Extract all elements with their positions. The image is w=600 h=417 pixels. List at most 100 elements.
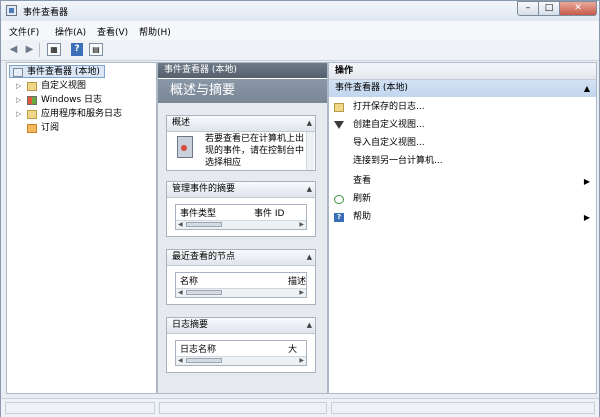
action-create-custom-view[interactable]: 创建自定义视图...: [329, 117, 596, 134]
tree-root-event-viewer[interactable]: 事件查看器 (本地): [9, 65, 105, 78]
collapse-icon[interactable]: ▲: [584, 80, 590, 97]
scroll-right-icon[interactable]: ▶: [299, 357, 304, 365]
log-summary-grid: 日志名称 大 ◀ ▶: [175, 340, 307, 366]
tree-item-label: 应用程序和服务日志: [41, 109, 123, 119]
filter-icon: [334, 121, 344, 129]
scroll-left-icon[interactable]: ◀: [178, 221, 183, 229]
status-cell: [331, 402, 595, 414]
help-icon[interactable]: ?: [71, 43, 83, 56]
overview-header[interactable]: 概述 ▲: [167, 116, 315, 132]
scroll-left-icon[interactable]: ◀: [178, 289, 183, 297]
action-label: 查看: [353, 176, 372, 186]
title-bar[interactable]: 事件查看器 – □ ✕: [1, 1, 599, 21]
folder-icon: [27, 82, 37, 91]
overview-heading: 概述: [172, 118, 191, 128]
minimize-button[interactable]: –: [517, 1, 539, 16]
collapse-icon[interactable]: ▲: [307, 250, 312, 265]
center-pane: 事件查看器 (本地) 概述与摘要 概述 ▲ 若要查看已在计算机上出现的事件，请在…: [157, 62, 328, 394]
event-viewer-icon: [13, 68, 23, 77]
event-viewer-window: 事件查看器 – □ ✕ 文件(F) 操作(A) 查看(V) 帮助(H) ◀ ▶ …: [0, 0, 600, 417]
column-header-log-name[interactable]: 日志名称: [180, 342, 216, 355]
log-summary-header[interactable]: 日志摘要 ▲: [167, 318, 315, 334]
back-arrow-icon[interactable]: ◀: [7, 43, 20, 56]
window-title: 事件查看器: [23, 8, 69, 18]
submenu-arrow-icon: ▶: [583, 213, 590, 222]
log-summary-section: 日志摘要 ▲ 日志名称 大 ◀ ▶: [166, 317, 316, 373]
toolbar: ◀ ▶ ▦ ? ▤: [1, 40, 599, 61]
summary-hscroll[interactable]: ◀ ▶: [176, 220, 306, 229]
menu-file[interactable]: 文件(F): [9, 25, 39, 38]
actions-section-label: 事件查看器 (本地): [335, 83, 408, 93]
expand-icon[interactable]: ▷: [16, 80, 24, 93]
console-tree-icon[interactable]: ▦: [47, 43, 61, 56]
scroll-right-icon[interactable]: ▶: [299, 289, 304, 297]
windows-log-icon: [27, 96, 37, 105]
action-label: 创建自定义视图...: [353, 120, 425, 130]
actions-section-event-viewer[interactable]: 事件查看器 (本地) ▲: [329, 80, 596, 97]
close-button[interactable]: ✕: [559, 1, 597, 16]
column-header-size[interactable]: 大: [288, 342, 297, 355]
menu-view[interactable]: 查看(V): [97, 25, 128, 38]
overview-text: 若要查看已在计算机上出现的事件，请在控制台中选择相应: [205, 134, 305, 168]
center-header: 事件查看器 (本地): [158, 63, 327, 78]
action-view[interactable]: 查看 ▶: [329, 173, 596, 190]
actions-header-label: 操作: [335, 66, 354, 76]
event-log-icon: [177, 136, 193, 158]
tree-item-app-service-logs[interactable]: ▷ 应用程序和服务日志: [7, 108, 147, 121]
action-label: 导入自定义视图...: [353, 138, 425, 148]
refresh-icon: [334, 195, 344, 204]
scroll-thumb[interactable]: [186, 358, 222, 363]
folder-icon: [27, 110, 37, 119]
maximize-button[interactable]: □: [538, 1, 560, 16]
recent-nodes-heading: 最近查看的节点: [172, 252, 236, 262]
menu-help[interactable]: 帮助(H): [139, 25, 171, 38]
actions-header: 操作: [329, 63, 596, 80]
log-hscroll[interactable]: ◀ ▶: [176, 356, 306, 365]
menu-bar: 文件(F) 操作(A) 查看(V) 帮助(H): [1, 21, 599, 40]
collapse-icon[interactable]: ▲: [307, 182, 312, 197]
actions-pane: 操作 事件查看器 (本地) ▲ 打开保存的日志... 创建自定义视图... 导入…: [328, 62, 597, 394]
subscription-icon: [27, 124, 37, 133]
collapse-icon[interactable]: ▲: [307, 116, 312, 131]
collapse-icon[interactable]: ▲: [307, 318, 312, 333]
overview-scrollbar[interactable]: [306, 132, 314, 170]
menu-action[interactable]: 操作(A): [55, 25, 86, 38]
summary-heading: 管理事件的摘要: [172, 184, 236, 194]
action-refresh[interactable]: 刷新: [329, 191, 596, 208]
tree-item-custom-views[interactable]: ▷ 自定义视图: [7, 80, 147, 93]
column-header-name[interactable]: 名称: [180, 274, 198, 287]
expand-icon[interactable]: ▷: [16, 94, 24, 107]
column-header-description[interactable]: 描述: [288, 274, 306, 287]
recent-nodes-header[interactable]: 最近查看的节点 ▲: [167, 250, 315, 266]
recent-nodes-grid: 名称 描述 ◀ ▶: [175, 272, 307, 298]
tree-item-label: 订阅: [41, 123, 60, 133]
scroll-right-icon[interactable]: ▶: [299, 221, 304, 229]
page-title-label: 概述与摘要: [170, 83, 236, 98]
tree-item-subscriptions[interactable]: 订阅: [7, 122, 147, 135]
open-icon: [334, 103, 344, 112]
action-open-saved-log[interactable]: 打开保存的日志...: [329, 99, 596, 116]
status-cell: [5, 402, 155, 414]
action-help[interactable]: ? 帮助 ▶: [329, 209, 596, 226]
action-label: 帮助: [353, 212, 372, 222]
event-viewer-app-icon: [6, 5, 17, 16]
show-pane-icon[interactable]: ▤: [89, 43, 103, 56]
status-bar: [1, 398, 599, 417]
page-title: 概述与摘要: [158, 79, 327, 103]
scroll-thumb[interactable]: [186, 290, 222, 295]
action-connect-computer[interactable]: 连接到另一台计算机...: [329, 153, 596, 170]
expand-icon[interactable]: ▷: [16, 108, 24, 121]
action-import-custom-view[interactable]: 导入自定义视图...: [329, 135, 596, 152]
forward-arrow-icon[interactable]: ▶: [23, 43, 36, 56]
toolbar-separator: [39, 43, 40, 57]
tree-root-label: 事件查看器 (本地): [27, 67, 100, 77]
action-label: 刷新: [353, 194, 372, 204]
column-header-event-id[interactable]: 事件 ID: [254, 206, 284, 219]
tree-item-windows-logs[interactable]: ▷ Windows 日志: [7, 94, 147, 107]
recent-hscroll[interactable]: ◀ ▶: [176, 288, 306, 297]
summary-header[interactable]: 管理事件的摘要 ▲: [167, 182, 315, 198]
column-header-event-type[interactable]: 事件类型: [180, 206, 216, 219]
scroll-thumb[interactable]: [186, 222, 222, 227]
scroll-left-icon[interactable]: ◀: [178, 357, 183, 365]
summary-grid: 事件类型 事件 ID ◀ ▶: [175, 204, 307, 230]
